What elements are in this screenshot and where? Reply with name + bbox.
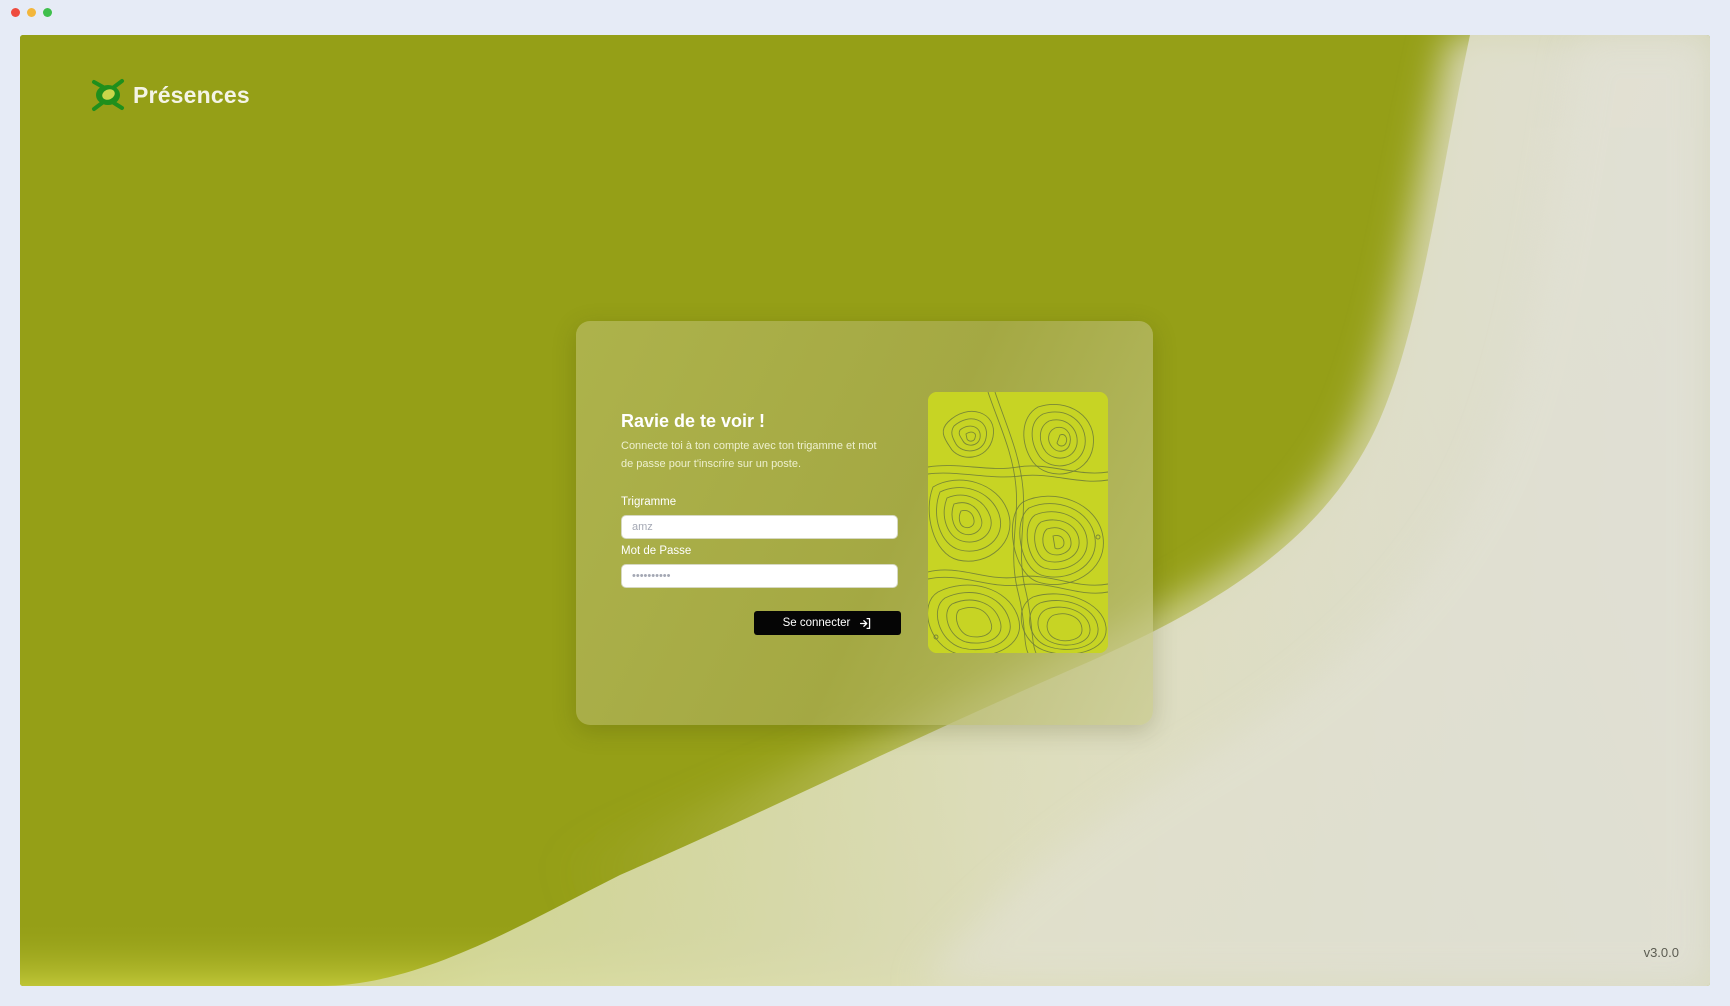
app-window: Présences Ravie de te voir ! Connecte to…	[20, 35, 1710, 986]
window-controls	[11, 8, 52, 17]
maximize-window-button[interactable]	[43, 8, 52, 17]
presences-logo-icon	[92, 79, 124, 111]
topographic-map-illustration	[928, 392, 1108, 653]
password-input[interactable]	[621, 564, 898, 588]
login-button-label: Se connecter	[782, 617, 851, 629]
login-card: Ravie de te voir ! Connecte toi à ton co…	[576, 321, 1153, 725]
brand[interactable]: Présences	[91, 78, 250, 112]
close-window-button[interactable]	[11, 8, 20, 17]
app-name: Présences	[133, 81, 250, 108]
login-subtitle: Connecte toi à ton compte avec ton triga…	[621, 440, 877, 470]
password-label: Mot de Passe	[621, 545, 692, 557]
trigram-label: Trigramme	[621, 496, 677, 508]
login-button[interactable]: Se connecter	[754, 611, 901, 635]
minimize-window-button[interactable]	[27, 8, 36, 17]
login-arrow-icon	[860, 617, 871, 629]
login-title: Ravie de te voir !	[621, 411, 766, 431]
app-version: v3.0.0	[1643, 945, 1679, 960]
trigram-input[interactable]	[621, 515, 898, 539]
